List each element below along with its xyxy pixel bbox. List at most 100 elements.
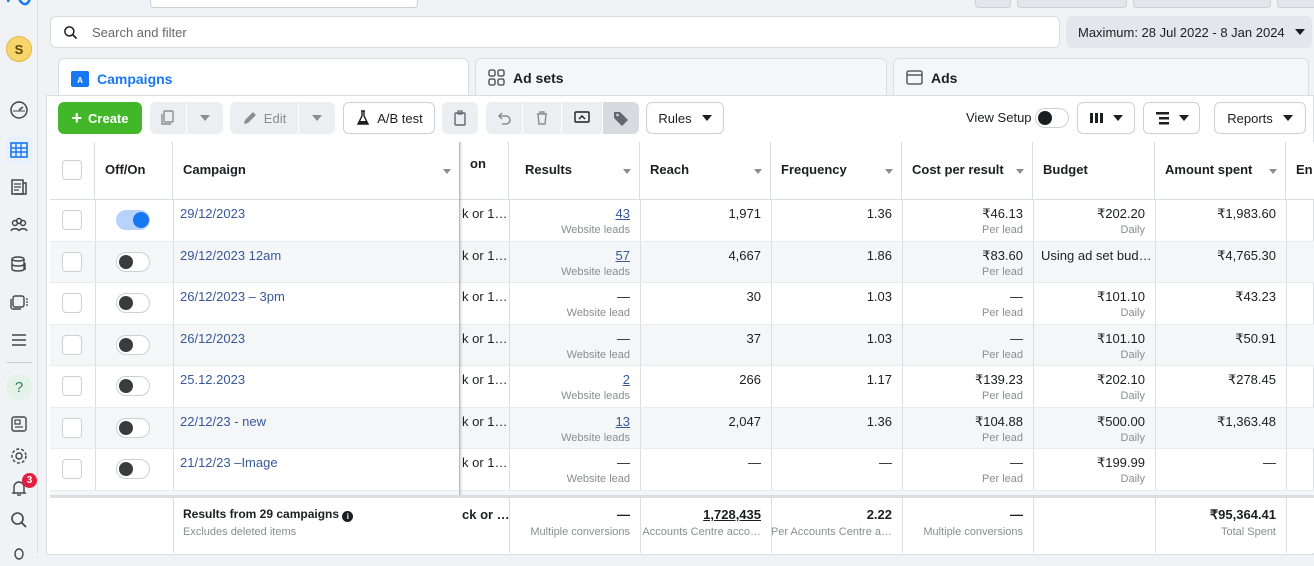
header-cost-per-result[interactable]: Cost per result — [902, 142, 1033, 200]
partial-cell: k or 1… — [460, 408, 509, 449]
campaign-toggle[interactable] — [116, 459, 150, 479]
row-checkbox[interactable] — [62, 293, 82, 313]
column-separator — [640, 200, 641, 241]
select-all-checkbox[interactable] — [62, 160, 82, 180]
clipboard-button[interactable] — [442, 102, 478, 134]
row-checkbox[interactable] — [62, 376, 82, 396]
results-value[interactable]: 13 — [616, 414, 630, 429]
account-avatar[interactable]: S — [6, 36, 32, 62]
billing-stack-icon[interactable] — [6, 251, 32, 277]
delete-button[interactable] — [523, 102, 561, 134]
tab-ads[interactable]: Ads — [893, 58, 1309, 96]
campaign-name-link[interactable]: 29/12/2023 — [180, 206, 245, 221]
campaign-toggle[interactable] — [116, 210, 150, 230]
table-row[interactable]: 21/12/23 –Image k or 1… — Website lead — — — Pe… — [50, 449, 1314, 491]
header-budget[interactable]: Budget — [1033, 142, 1155, 200]
news-icon[interactable] — [6, 411, 32, 437]
header-frequency[interactable]: Frequency — [771, 142, 902, 200]
header-off-on[interactable]: Off/On — [95, 142, 173, 200]
top-action-button-4[interactable] — [1277, 0, 1314, 8]
header-campaign[interactable]: Campaign — [173, 142, 460, 200]
table-row[interactable]: 22/12/23 - new k or 1… 13 Website leads 2,04… — [50, 407, 1314, 449]
header-amount-spent[interactable]: Amount spent — [1155, 142, 1286, 200]
create-button[interactable]: + Create — [58, 102, 142, 134]
pages-document-icon[interactable] — [6, 174, 32, 200]
reports-dropdown-button[interactable]: Reports — [1214, 102, 1306, 134]
campaign-toggle[interactable] — [116, 417, 150, 438]
view-setup-toggle[interactable] — [1035, 108, 1069, 128]
notification-count-badge: 3 — [22, 473, 37, 488]
partial-value: k or 1… — [462, 247, 508, 263]
campaign-name-link[interactable]: 26/12/2023 – 3pm — [180, 289, 285, 304]
help-question-icon[interactable]: ? — [6, 374, 32, 400]
campaign-toggle[interactable] — [116, 251, 150, 272]
campaign-toggle[interactable] — [116, 334, 150, 355]
edit-button[interactable]: Edit — [230, 102, 298, 134]
all-tools-menu-icon[interactable] — [6, 327, 32, 353]
settings-gear-icon[interactable] — [6, 443, 32, 469]
top-action-button-3[interactable] — [1133, 0, 1271, 8]
header-partial-column[interactable]: on — [460, 142, 509, 200]
table-row[interactable]: 26/12/2023 k or 1… — Website lead 37 1.03 — Per… — [50, 324, 1314, 366]
column-separator — [1286, 241, 1287, 282]
row-checkbox[interactable] — [62, 334, 82, 355]
top-action-button-2[interactable] — [1017, 0, 1127, 8]
table-row[interactable]: 29/12/2023 12am k or 1… 57 Website leads 4,6… — [50, 241, 1314, 283]
results-value[interactable]: 57 — [616, 248, 630, 263]
catalog-images-icon[interactable] — [6, 288, 32, 314]
plus-icon: + — [71, 108, 83, 128]
frequency-cell: 1.86 — [771, 242, 902, 283]
search-icon[interactable] — [6, 507, 32, 533]
columns-dropdown-button[interactable] — [1077, 102, 1135, 134]
rules-dropdown-button[interactable]: Rules — [646, 102, 724, 134]
bug-report-icon[interactable] — [6, 540, 32, 566]
campaign-name-link[interactable]: 26/12/2023 — [180, 331, 245, 346]
summary-cpr-sub: Multiple conversions — [923, 526, 1023, 538]
audiences-people-icon[interactable] — [6, 212, 32, 238]
meta-logo[interactable] — [6, 0, 32, 6]
header-frequency-label: Frequency — [781, 162, 847, 177]
spent-value: ₹1,983.60 — [1217, 206, 1276, 221]
search-and-filter-bar[interactable]: Search and filter — [50, 16, 1060, 48]
row-checkbox[interactable] — [62, 251, 82, 272]
undo-button[interactable] — [486, 102, 522, 134]
campaign-toggle[interactable] — [116, 376, 150, 396]
header-ends[interactable]: En — [1286, 142, 1314, 200]
partial-cell: k or 1… — [460, 200, 509, 241]
tab-ad-sets[interactable]: Ad sets — [475, 58, 887, 96]
results-value: — — [617, 455, 630, 470]
tag-button[interactable] — [603, 102, 639, 134]
duplicate-button[interactable] — [150, 102, 186, 134]
cpr-value: — — [1010, 455, 1023, 470]
row-checkbox[interactable] — [62, 459, 82, 479]
ab-test-button[interactable]: A/B test — [343, 102, 435, 134]
duplicate-dropdown-button[interactable] — [187, 102, 223, 134]
table-row[interactable]: 29/12/2023 k or 1… 43 Website leads 1,971 1.3… — [50, 200, 1314, 242]
date-range-picker[interactable]: Maximum: 28 Jul 2022 - 8 Jan 2024 — [1066, 16, 1312, 48]
campaign-name-link[interactable]: 29/12/2023 12am — [180, 248, 281, 263]
campaign-name-link[interactable]: 22/12/23 - new — [180, 414, 266, 429]
row-checkbox[interactable] — [62, 417, 82, 438]
campaign-name-link[interactable]: 25.12.2023 — [180, 372, 245, 387]
header-results[interactable]: Results — [509, 142, 640, 200]
dashboard-gauge-icon[interactable] — [6, 97, 32, 123]
results-value[interactable]: 43 — [616, 206, 630, 221]
preview-button[interactable] — [562, 102, 602, 134]
header-reach[interactable]: Reach — [640, 142, 771, 200]
breakdown-dropdown-button[interactable] — [1143, 102, 1200, 134]
tab-campaigns[interactable]: A Campaigns — [58, 58, 469, 98]
results-value[interactable]: 2 — [623, 372, 630, 387]
table-row[interactable]: 26/12/2023 – 3pm k or 1… — Website lead 30 1.… — [50, 283, 1314, 325]
row-checkbox[interactable] — [62, 210, 82, 230]
table-row[interactable]: 25.12.2023 k or 1… 2 Website leads 266 1.17 ₹1… — [50, 366, 1314, 408]
campaigns-table-icon[interactable] — [6, 137, 32, 163]
results-cell: — Website lead — [509, 449, 640, 490]
account-selector-dropdown[interactable] — [150, 0, 418, 8]
summary-reach-cell: 1,728,435 Accounts Centre acco… — [640, 498, 771, 553]
edit-dropdown-button[interactable] — [299, 102, 335, 134]
info-icon[interactable]: i — [342, 511, 354, 522]
campaign-name-link[interactable]: 21/12/23 –Image — [180, 455, 278, 470]
top-action-button-1[interactable] — [975, 0, 1011, 8]
budget-sub: Daily — [1120, 224, 1145, 236]
campaign-toggle[interactable] — [116, 293, 150, 313]
